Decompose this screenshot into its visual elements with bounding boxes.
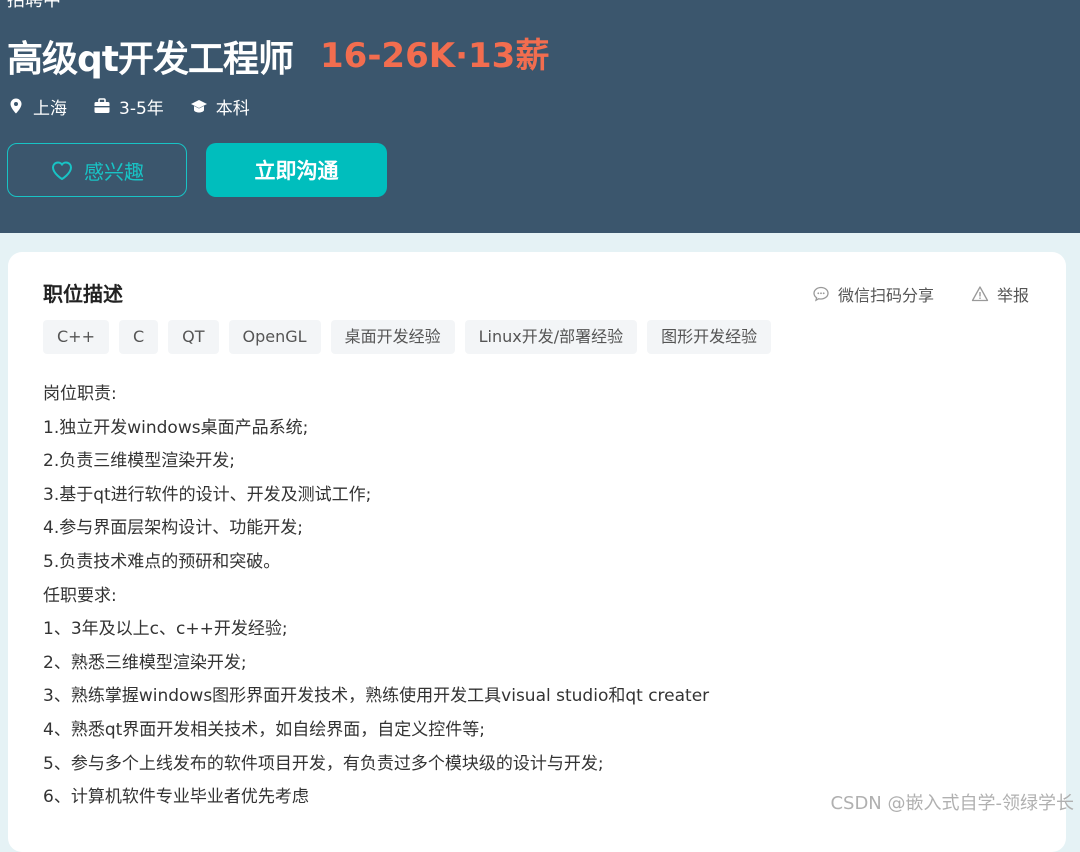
skill-tag: OpenGL xyxy=(228,320,321,354)
watermark: CSDN @嵌入式自学-领绿学长 xyxy=(830,793,1074,814)
job-header: 招聘中 高级qt开发工程师 16-26K·13薪 上海 3-5年 本科 感兴趣 … xyxy=(0,0,1080,233)
description-line: 2.负责三维模型渲染开发; xyxy=(43,451,235,472)
salary: 16-26K·13薪 xyxy=(320,36,550,76)
experience-text: 3-5年 xyxy=(119,98,164,119)
description-line: 4、熟悉qt界面开发相关技术，如自绘界面，自定义控件等; xyxy=(43,719,485,740)
job-title: 高级qt开发工程师 xyxy=(7,39,294,80)
share-label: 微信扫码分享 xyxy=(838,286,935,305)
graduation-cap-icon xyxy=(190,100,207,113)
status-label: 招聘中 xyxy=(7,0,61,11)
description-line: 岗位职责: xyxy=(43,384,117,404)
description-line: 1、3年及以上c、c++开发经验; xyxy=(43,619,288,640)
chat-bubble-icon xyxy=(813,286,829,302)
skill-tag: QT xyxy=(168,320,219,354)
interest-button[interactable]: 感兴趣 xyxy=(7,143,187,197)
skill-tag: 桌面开发经验 xyxy=(330,320,455,354)
meta-location: 上海 xyxy=(7,94,67,119)
skill-tags: C++ C QT OpenGL 桌面开发经验 Linux开发/部署经验 图形开发… xyxy=(43,320,781,354)
report-label: 举报 xyxy=(997,286,1030,305)
section-title: 职位描述 xyxy=(43,282,123,306)
description-line: 1.独立开发windows桌面产品系统; xyxy=(43,417,309,438)
skill-tag: Linux开发/部署经验 xyxy=(464,320,638,354)
description-line: 3.基于qt进行软件的设计、开发及测试工作; xyxy=(43,484,372,505)
warning-icon xyxy=(971,286,989,302)
interest-label: 感兴趣 xyxy=(84,159,144,184)
briefcase-icon xyxy=(94,98,110,113)
skill-tag: C++ xyxy=(43,320,109,354)
chat-label: 立即沟通 xyxy=(254,159,339,183)
degree-text: 本科 xyxy=(215,98,250,119)
description-line: 5.负责技术难点的预研和突破。 xyxy=(43,551,281,572)
description-line: 5、参与多个上线发布的软件项目开发，有负责过多个模块级的设计与开发; xyxy=(43,753,604,774)
job-description-card: 职位描述 微信扫码分享 举报 C++ C QT OpenGL 桌面开发经验 Li… xyxy=(8,252,1066,852)
description-line: 2、熟悉三维模型渲染开发; xyxy=(43,652,247,673)
meta-degree: 本科 xyxy=(190,94,250,119)
wechat-share-link[interactable]: 微信扫码分享 xyxy=(812,282,934,306)
description-line: 4.参与界面层架构设计、功能开发; xyxy=(43,518,303,539)
meta-experience: 3-5年 xyxy=(93,94,164,119)
location-pin-icon xyxy=(10,98,22,114)
description-line: 3、熟练掌握windows图形界面开发技术，熟练使用开发工具visual stu… xyxy=(43,686,710,707)
heart-icon xyxy=(51,161,73,181)
chat-now-button[interactable]: 立即沟通 xyxy=(206,143,387,197)
skill-tag: C xyxy=(118,320,159,354)
job-description-text: 岗位职责: 1.独立开发windows桌面产品系统; 2.负责三维模型渲染开发;… xyxy=(43,378,1003,815)
location-text: 上海 xyxy=(33,98,67,119)
report-link[interactable]: 举报 xyxy=(971,282,1029,306)
description-line: 任职要求: xyxy=(43,585,117,606)
skill-tag: 图形开发经验 xyxy=(647,320,772,354)
job-meta: 上海 3-5年 本科 xyxy=(7,92,276,120)
